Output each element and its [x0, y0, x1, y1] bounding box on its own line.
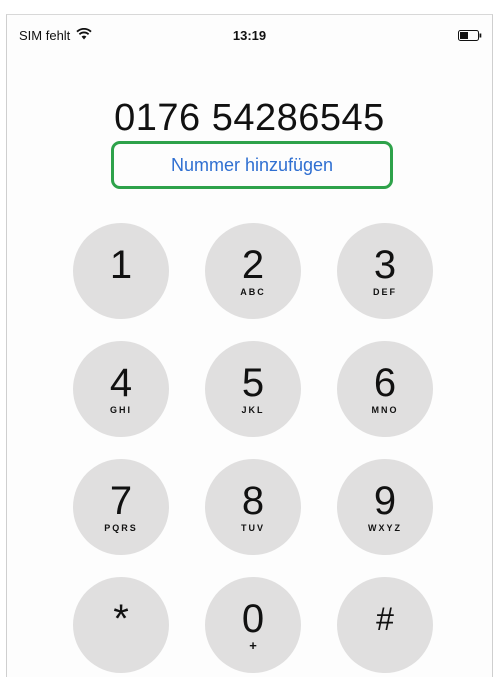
key-letters: ABC — [240, 287, 266, 297]
key-letters: WXYZ — [368, 523, 402, 533]
key-digit: 8 — [241, 479, 265, 523]
key-5[interactable]: 5 JKL — [205, 341, 301, 437]
key-1[interactable]: 1 — [73, 223, 169, 319]
key-3[interactable]: 3 DEF — [337, 223, 433, 319]
key-hash[interactable]: # — [337, 577, 433, 673]
status-time: 13:19 — [232, 28, 267, 43]
key-letters: TUV — [241, 523, 265, 533]
key-letters: DEF — [373, 287, 397, 297]
key-2[interactable]: 2 ABC — [205, 223, 301, 319]
key-letters: PQRS — [104, 523, 138, 533]
key-digit: 4 — [109, 361, 133, 405]
key-digit: # — [376, 601, 394, 637]
key-7[interactable]: 7 PQRS — [73, 459, 169, 555]
key-star[interactable]: * — [73, 577, 169, 673]
battery-icon — [458, 29, 482, 41]
key-digit: 9 — [373, 479, 397, 523]
key-6[interactable]: 6 MNO — [337, 341, 433, 437]
key-digit: 2 — [241, 243, 265, 287]
key-letters: + — [249, 638, 257, 653]
key-digit: 1 — [109, 243, 133, 287]
key-digit: 5 — [241, 361, 265, 405]
key-8[interactable]: 8 TUV — [205, 459, 301, 555]
dialed-number: 0176 54286545 — [114, 97, 385, 139]
key-0[interactable]: 0 + — [205, 577, 301, 673]
key-digit: 7 — [109, 479, 133, 523]
key-letters: JKL — [241, 405, 265, 415]
key-digit: * — [113, 597, 129, 641]
key-digit: 6 — [373, 361, 397, 405]
key-letters: GHI — [109, 405, 132, 415]
key-digit: 0 — [241, 597, 265, 641]
key-letters: MNO — [371, 405, 399, 415]
add-number-button[interactable]: Nummer hinzufügen — [111, 141, 393, 189]
key-9[interactable]: 9 WXYZ — [337, 459, 433, 555]
key-4[interactable]: 4 GHI — [73, 341, 169, 437]
phone-screen: SIM fehlt 13:19 0176 54286545 Nummer hin… — [6, 14, 493, 677]
status-bar: SIM fehlt 13:19 — [7, 15, 492, 55]
key-digit: 3 — [373, 243, 397, 287]
